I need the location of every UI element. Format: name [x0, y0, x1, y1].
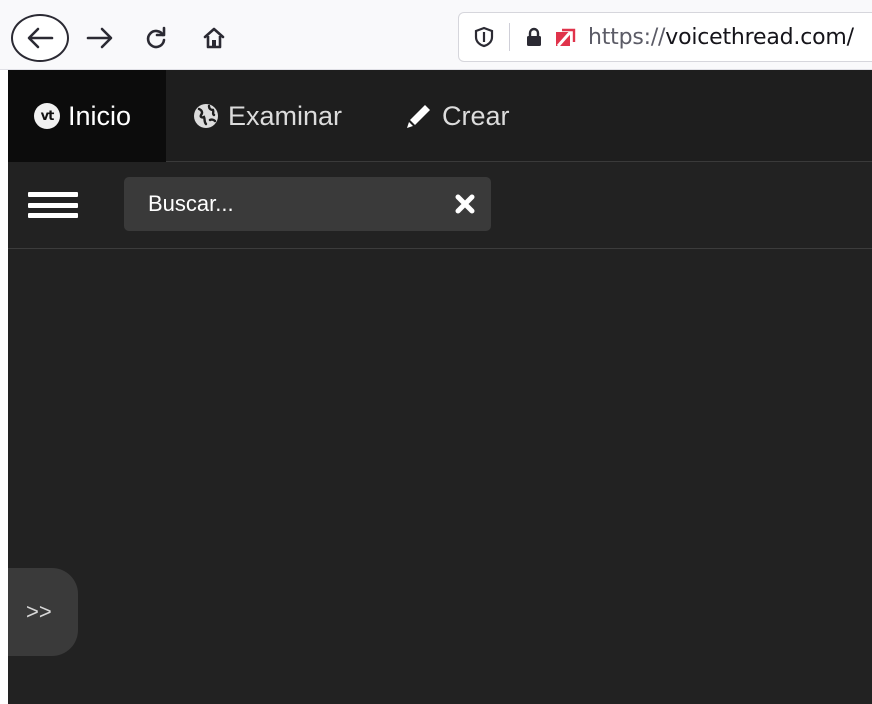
url-prefix: https://	[588, 24, 666, 50]
url-separator	[509, 23, 510, 51]
top-navigation: vt Inicio Examinar Crear	[8, 70, 872, 162]
search-box	[124, 177, 491, 231]
forward-arrow-icon	[86, 27, 113, 49]
globe-icon	[192, 102, 220, 130]
tab-examinar-label: Examinar	[228, 100, 343, 131]
url-text: https://voicethread.com/	[588, 25, 854, 50]
lock-icon[interactable]	[524, 25, 544, 49]
reload-icon	[146, 26, 166, 49]
menu-line	[28, 192, 78, 197]
expand-sidebar-button[interactable]: >>	[8, 568, 78, 656]
url-bar[interactable]: https://voicethread.com/	[458, 12, 872, 62]
tab-inicio[interactable]: vt Inicio	[8, 70, 166, 162]
home-button[interactable]	[194, 18, 234, 58]
menu-line	[28, 213, 78, 218]
app-container: vt Inicio Examinar Crear Buscar... >>	[8, 70, 872, 704]
tab-inicio-label: Inicio	[68, 100, 132, 131]
tab-crear[interactable]: Crear	[404, 70, 544, 162]
home-icon	[203, 27, 225, 49]
expand-label: >>	[26, 599, 52, 624]
search-input[interactable]	[124, 177, 439, 231]
close-icon	[455, 194, 475, 214]
main-content	[8, 249, 872, 704]
browser-toolbar: https://voicethread.com/	[0, 0, 872, 70]
back-arrow-icon	[27, 27, 54, 49]
reload-button[interactable]	[136, 18, 176, 58]
menu-line	[28, 202, 78, 208]
vt-logo-text: vt	[34, 103, 60, 129]
tracker-blocked-icon[interactable]	[554, 25, 576, 49]
menu-icon[interactable]	[28, 192, 78, 218]
tracking-shield-icon[interactable]	[473, 25, 495, 49]
search-toolbar	[8, 162, 872, 249]
url-domain: voicethread.com/	[665, 24, 854, 50]
forward-button[interactable]	[80, 18, 120, 58]
tab-examinar[interactable]: Examinar	[192, 70, 382, 162]
back-button[interactable]	[11, 14, 69, 62]
pencil-icon	[404, 101, 434, 131]
clear-search-button[interactable]	[439, 177, 491, 231]
voicethread-logo-icon: vt	[34, 103, 60, 129]
tab-crear-label: Crear	[442, 100, 510, 131]
